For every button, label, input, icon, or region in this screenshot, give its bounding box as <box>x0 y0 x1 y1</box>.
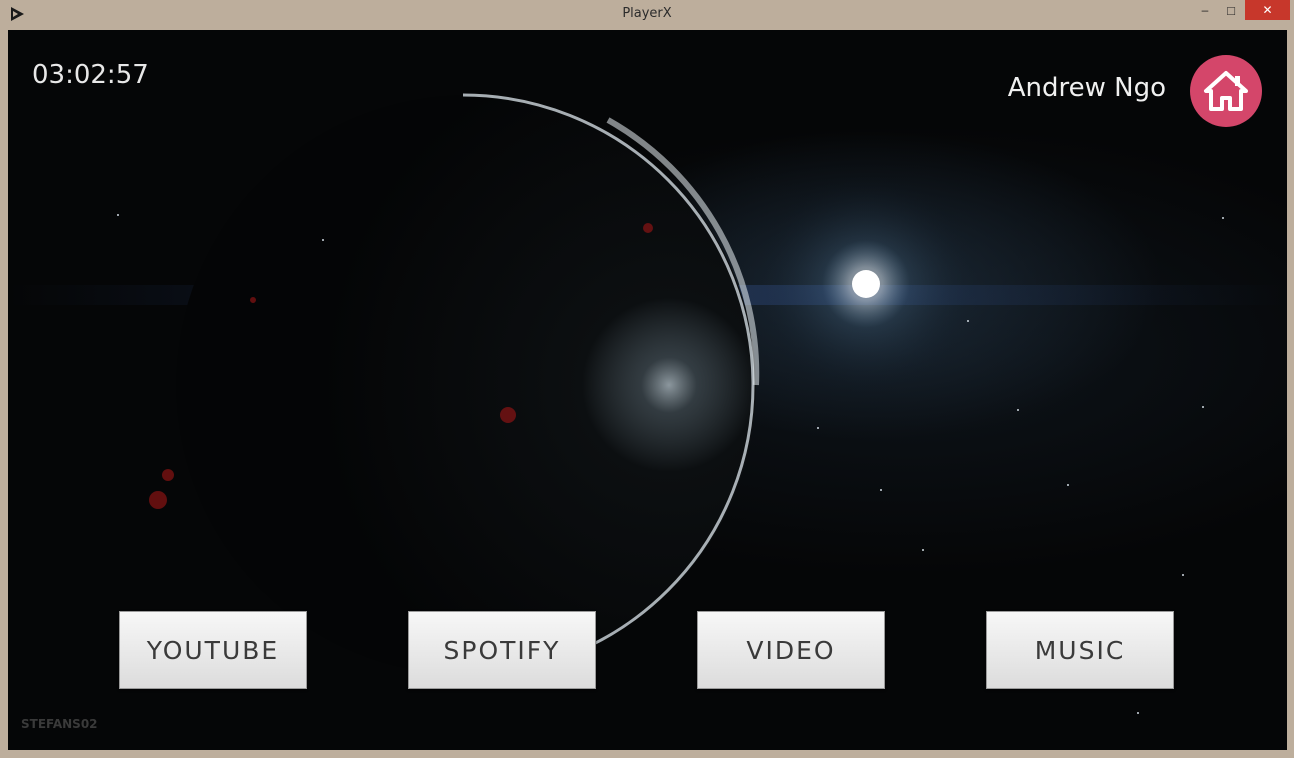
clock-display: 03:02:57 <box>32 60 149 90</box>
home-button[interactable] <box>1190 55 1262 127</box>
app-window: PlayerX – □ ✕ 03:02:57 Andrew Ngo YOUTUB… <box>0 0 1294 758</box>
window-border <box>0 750 1294 758</box>
home-icon <box>1204 71 1248 111</box>
close-icon: ✕ <box>1262 3 1273 17</box>
maximize-button[interactable]: □ <box>1218 0 1244 20</box>
maximize-icon: □ <box>1227 2 1235 18</box>
spotify-button[interactable]: SPOTIFY <box>408 611 596 689</box>
artist-watermark: STEFANS02 <box>21 717 98 731</box>
video-button[interactable]: VIDEO <box>697 611 885 689</box>
main-view: 03:02:57 Andrew Ngo YOUTUBE SPOTIFY VIDE… <box>8 30 1287 750</box>
close-button[interactable]: ✕ <box>1245 0 1290 20</box>
music-button[interactable]: MUSIC <box>986 611 1174 689</box>
user-name: Andrew Ngo <box>1007 73 1166 103</box>
title-bar[interactable]: PlayerX – □ ✕ <box>0 0 1294 29</box>
youtube-button[interactable]: YOUTUBE <box>119 611 307 689</box>
minimize-icon: – <box>1201 3 1209 17</box>
window-title: PlayerX <box>622 6 672 21</box>
minimize-button[interactable]: – <box>1192 0 1218 20</box>
